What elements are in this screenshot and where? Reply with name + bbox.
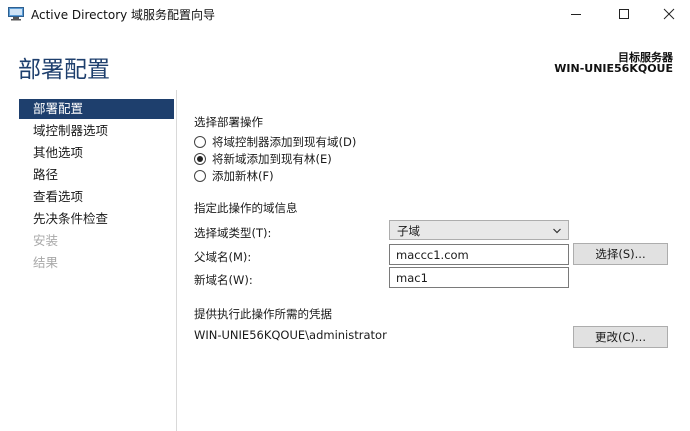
nav-item-dc-options[interactable]: 域控制器选项 bbox=[19, 121, 174, 141]
wizard-window: Active Directory 域服务配置向导 部署配置 目标服务器 WIN-… bbox=[0, 0, 690, 431]
nav-item-installation: 安装 bbox=[33, 233, 59, 248]
radio-button[interactable] bbox=[194, 136, 206, 148]
window-title: Active Directory 域服务配置向导 bbox=[31, 8, 216, 22]
radio-label: 添加新林(F) bbox=[212, 169, 274, 183]
radio-add-new-domain-existing-forest[interactable]: 将新域添加到现有林(E) bbox=[194, 151, 332, 167]
radio-add-new-forest[interactable]: 添加新林(F) bbox=[194, 168, 274, 184]
target-server-name: WIN-UNIE56KQOUE bbox=[554, 62, 673, 75]
parent-domain-label: 父域名(M): bbox=[194, 250, 252, 264]
maximize-button[interactable] bbox=[601, 0, 647, 28]
content-pane: 选择部署操作 将域控制器添加到现有域(D) 将新域添加到现有林(E) 添加新林(… bbox=[177, 90, 690, 431]
new-domain-label: 新域名(W): bbox=[194, 273, 253, 287]
parent-domain-input[interactable]: maccc1.com bbox=[389, 244, 569, 265]
new-domain-input[interactable]: mac1 bbox=[389, 267, 569, 288]
minimize-button[interactable] bbox=[553, 0, 599, 28]
ad-wizard-icon bbox=[8, 7, 24, 21]
radio-button-selected[interactable] bbox=[194, 153, 206, 165]
domain-type-label: 选择域类型(T): bbox=[194, 226, 272, 240]
wizard-nav: 部署配置 域控制器选项 其他选项 路径 查看选项 先决条件检查 安装 结果 bbox=[0, 90, 177, 431]
select-button[interactable]: 选择(S)... bbox=[573, 243, 668, 265]
credentials-heading: 提供执行此操作所需的凭据 bbox=[194, 307, 332, 321]
new-domain-value: mac1 bbox=[396, 271, 428, 285]
nav-item-deployment-config[interactable]: 部署配置 bbox=[19, 99, 174, 119]
close-icon bbox=[663, 8, 675, 20]
wizard-header: 部署配置 目标服务器 WIN-UNIE56KQOUE bbox=[0, 28, 690, 90]
maximize-icon bbox=[619, 9, 629, 19]
nav-item-additional-options[interactable]: 其他选项 bbox=[19, 143, 174, 163]
title-bar[interactable]: Active Directory 域服务配置向导 bbox=[0, 0, 690, 28]
radio-button[interactable] bbox=[194, 170, 206, 182]
nav-item-review-options[interactable]: 查看选项 bbox=[19, 187, 174, 207]
parent-domain-value: maccc1.com bbox=[396, 248, 469, 262]
domain-info-heading: 指定此操作的域信息 bbox=[194, 201, 298, 215]
minimize-icon bbox=[571, 14, 581, 15]
domain-type-dropdown[interactable]: 子域 bbox=[389, 220, 569, 240]
change-credentials-button[interactable]: 更改(C)... bbox=[573, 326, 668, 348]
chevron-down-icon bbox=[553, 228, 561, 234]
page-title: 部署配置 bbox=[18, 57, 110, 83]
deployment-operation-heading: 选择部署操作 bbox=[194, 115, 263, 129]
close-button[interactable] bbox=[646, 0, 690, 28]
radio-label: 将域控制器添加到现有域(D) bbox=[212, 135, 357, 149]
nav-item-prerequisites-check[interactable]: 先决条件检查 bbox=[19, 209, 174, 229]
domain-type-value: 子域 bbox=[397, 224, 420, 238]
credentials-account: WIN-UNIE56KQOUE\administrator bbox=[194, 328, 387, 342]
radio-label: 将新域添加到现有林(E) bbox=[212, 152, 332, 166]
nav-item-paths[interactable]: 路径 bbox=[19, 165, 174, 185]
radio-add-dc-existing-domain[interactable]: 将域控制器添加到现有域(D) bbox=[194, 134, 356, 150]
nav-item-results: 结果 bbox=[33, 255, 59, 270]
